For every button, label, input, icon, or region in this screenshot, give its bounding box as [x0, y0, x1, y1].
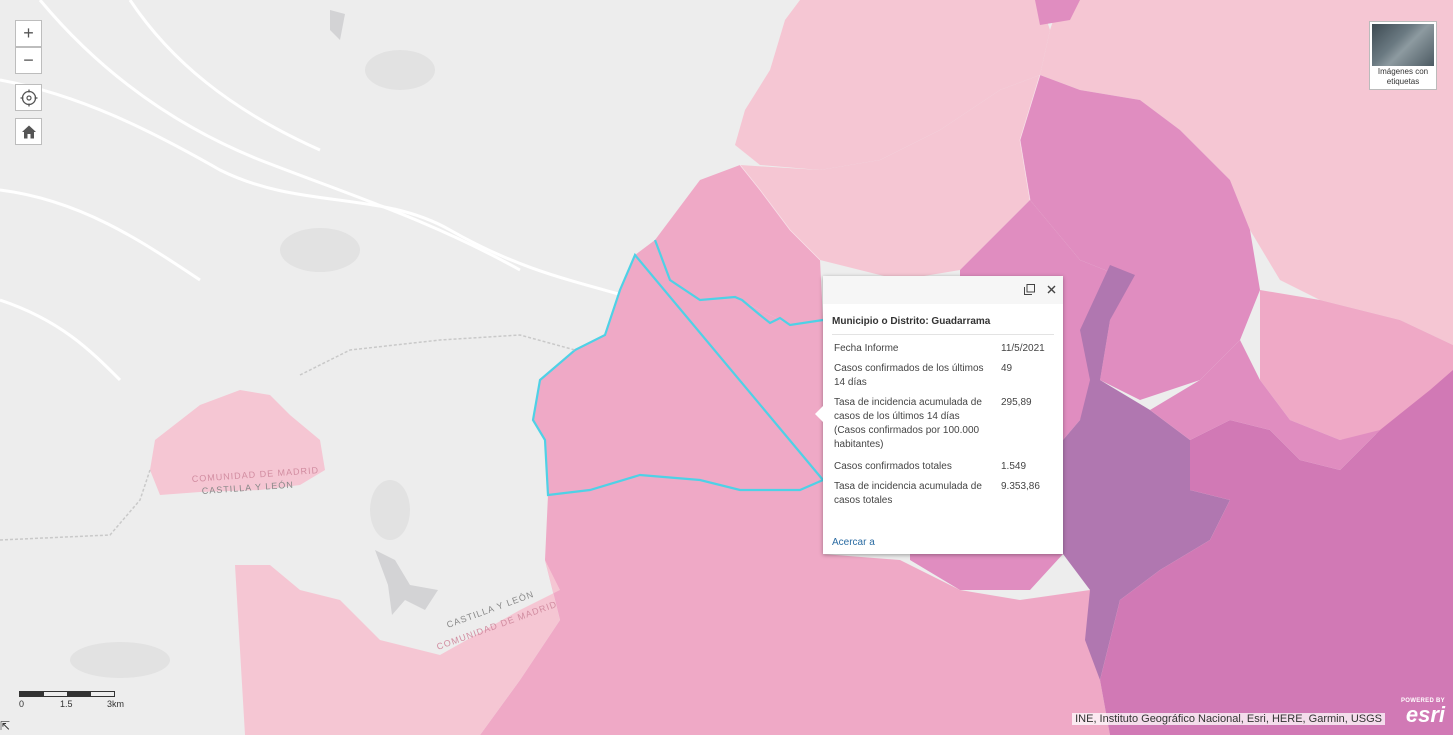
popup-separator — [832, 334, 1054, 335]
zoom-to-link[interactable]: Acercar a — [832, 537, 875, 548]
basemap-label: Imágenes con etiquetas — [1377, 67, 1429, 86]
scale-tick-2: 3km — [107, 699, 125, 709]
feature-popup: Municipio o Distrito: Guadarrama Fecha I… — [815, 276, 1063, 554]
close-icon — [1047, 285, 1056, 294]
scale-bar-graphic — [19, 691, 115, 697]
scale-tick-1: 1.5 — [60, 699, 73, 709]
basemap-thumbnail — [1372, 24, 1434, 66]
popup-field-value: 9.353,86 — [1001, 481, 1040, 492]
popup-pointer — [815, 406, 823, 422]
zoom-out-button[interactable]: − — [15, 47, 42, 74]
attribution-text[interactable]: INE, Instituto Geográfico Nacional, Esri… — [1072, 713, 1385, 725]
esri-wordmark: esri — [1405, 702, 1445, 727]
home-icon — [21, 125, 36, 138]
popup-title: Municipio o Distrito: Guadarrama — [832, 316, 991, 327]
scale-tick-0: 0 — [19, 699, 25, 709]
basemap-toggle[interactable]: Imágenes con etiquetas — [1369, 21, 1437, 90]
popup-dock-button[interactable] — [1024, 284, 1035, 298]
popup-field-label: Casos confirmados totales — [834, 461, 952, 472]
esri-logo: POWERED BY esri — [1395, 698, 1445, 726]
dock-icon — [1024, 284, 1035, 295]
map-canvas[interactable]: COMUNIDAD DE MADRID CASTILLA Y LEÓN CAST… — [0, 0, 1453, 735]
locate-button[interactable] — [15, 84, 42, 111]
zoom-in-button[interactable]: + — [15, 20, 42, 47]
expand-arrow-icon[interactable]: ⇱ — [0, 719, 10, 733]
popup-field-label: Tasa de incidencia acumulada de casos de… — [834, 397, 982, 450]
popup-field-label: Fecha Informe — [834, 343, 899, 354]
locate-icon — [20, 89, 37, 106]
popup-field-label: Casos confirmados de los últimos 14 días — [834, 363, 984, 388]
popup-field-value: 295,89 — [1001, 397, 1032, 408]
popup-field-value: 1.549 — [1001, 461, 1027, 472]
popup-header — [823, 276, 1063, 304]
popup-field-value: 11/5/2021 — [1001, 343, 1045, 354]
popup-close-button[interactable] — [1047, 281, 1056, 297]
home-button[interactable] — [15, 118, 42, 145]
popup-field-value: 49 — [1001, 363, 1013, 374]
popup-field-label: Tasa de incidencia acumulada de casos to… — [834, 481, 982, 506]
